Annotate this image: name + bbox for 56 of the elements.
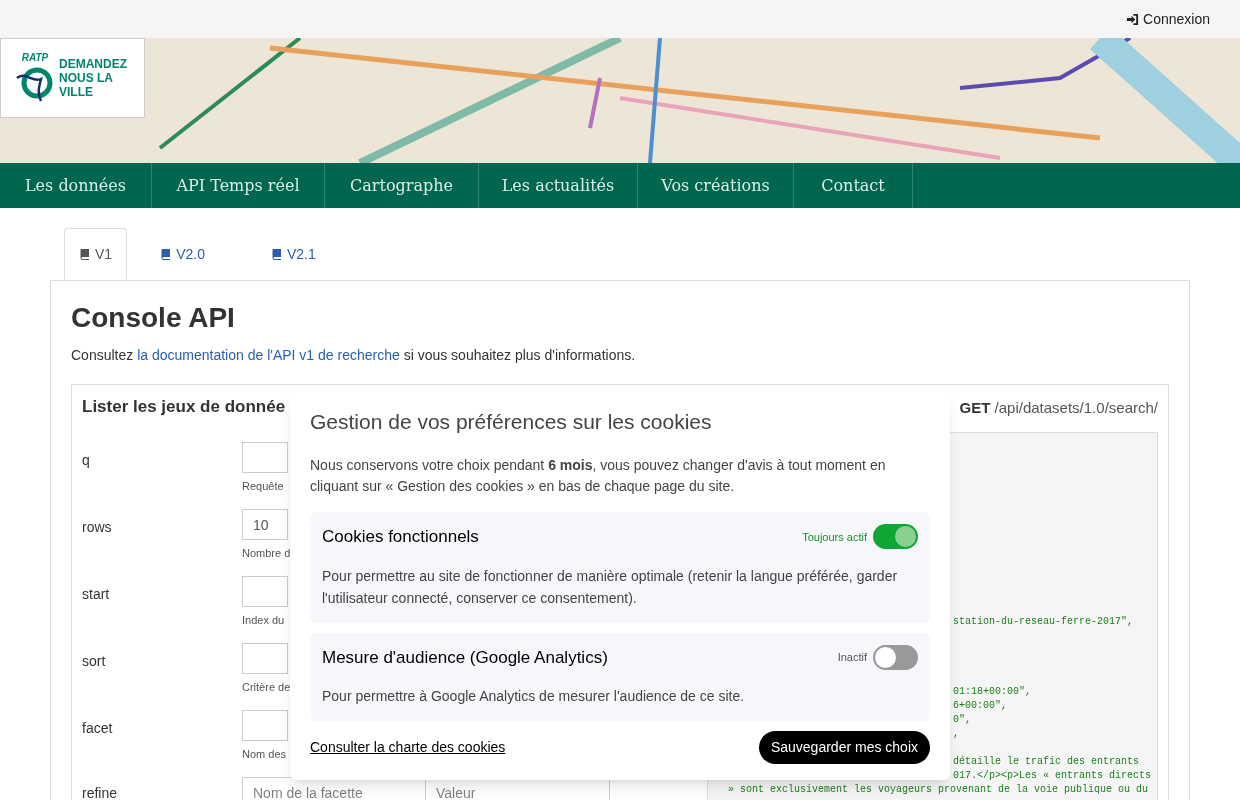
category-description: Pour permettre à Google Analytics de mesurer l'audience de ce site.	[322, 687, 746, 706]
nav-link[interactable]: API Temps réel	[152, 163, 325, 208]
code-line: » sont exclusivement les voyageurs provenant de la voie publique ou du	[728, 784, 1149, 795]
help-text: Nombre d	[242, 546, 291, 561]
nav-link[interactable]: Contact	[794, 163, 913, 208]
endpoint-path: GET /api/datasets/1.0/search/	[959, 398, 1158, 418]
toggle-status: Inactif	[837, 650, 867, 665]
nav-link[interactable]: Les données	[0, 163, 152, 208]
save-button[interactable]: Sauvegarder mes choix	[758, 731, 930, 764]
nav-link[interactable]: Cartographe	[325, 163, 479, 208]
param-input[interactable]	[242, 442, 288, 473]
cookie-policy-link[interactable]: Consulter la charte des cookies	[310, 737, 506, 758]
nav-link[interactable]: Vos créations	[638, 163, 794, 208]
param-input[interactable]: 10	[242, 509, 288, 540]
book-icon	[79, 248, 91, 260]
page-title: Console API	[71, 301, 236, 335]
param-label: sort	[82, 652, 107, 671]
version-tab[interactable]: V1	[64, 228, 128, 280]
category-title: Cookies fonctionnels	[322, 526, 479, 548]
param-label: q	[82, 451, 91, 470]
sign-in-icon	[1126, 12, 1140, 26]
param-label: rows	[82, 518, 113, 537]
code-line: 017.</p><p>Les « entrants directs	[953, 770, 1152, 781]
code-line: 01:18+00:00",	[953, 686, 1031, 697]
code-line: 0",	[953, 714, 971, 725]
version-tab[interactable]: V2.1	[237, 228, 349, 280]
help-text: Index du	[242, 613, 285, 628]
param-input[interactable]	[242, 710, 288, 741]
category-title: Mesure d'audience (Google Analytics)	[322, 646, 608, 669]
documentation-link[interactable]: la documentation de l'API v1 de recherche	[137, 347, 400, 363]
book-icon	[160, 248, 173, 260]
intro-text: Consultez la documentation de l'API v1 de recherche si vous souhaitez plus d'informations.	[71, 346, 637, 365]
help-text: Critère de	[242, 680, 291, 695]
dialog-title: Gestion de vos préférences sur les cookies	[310, 409, 713, 435]
param-input[interactable]	[242, 643, 288, 674]
code-line: station-du-reseau-ferre-2017",	[953, 616, 1134, 627]
login-link[interactable]: Connexion	[1126, 8, 1210, 30]
nav-link[interactable]: Les actualités	[479, 163, 638, 208]
param-label: refine	[82, 784, 119, 800]
help-text: Nom des	[242, 747, 287, 762]
code-line: détaille le trafic des entrants	[953, 756, 1140, 767]
book-icon	[270, 248, 283, 260]
toggle-switch[interactable]	[873, 644, 918, 670]
section-title: Lister les jeux de donnée	[82, 397, 286, 417]
logo[interactable]: RATP DEMANDEZ NOUS LA VILLE	[0, 38, 145, 118]
param-label: start	[82, 585, 111, 604]
toggle-switch[interactable]	[873, 524, 918, 550]
version-tab[interactable]: V2.0	[127, 228, 238, 280]
category-description: Pour permettre au site de fonctionner de manière optimale (retenir la langue préférée, garder l'utilisateur connecté, conserver ce consentement).	[322, 566, 899, 608]
toggle-status: Toujours actif	[802, 529, 867, 545]
code-line: ,	[953, 728, 959, 739]
dialog-intro: Nous conservons votre choix pendant 6 mois, vous pouvez changer d'avis à tout moment en cliquant sur « Gestion des cookies » en bas de chaque page du site.	[310, 456, 887, 496]
param-label: facet	[82, 719, 114, 738]
help-text: Requête	[242, 479, 284, 494]
code-line: 6+00:00",	[953, 700, 1007, 711]
param-input[interactable]	[242, 576, 288, 607]
